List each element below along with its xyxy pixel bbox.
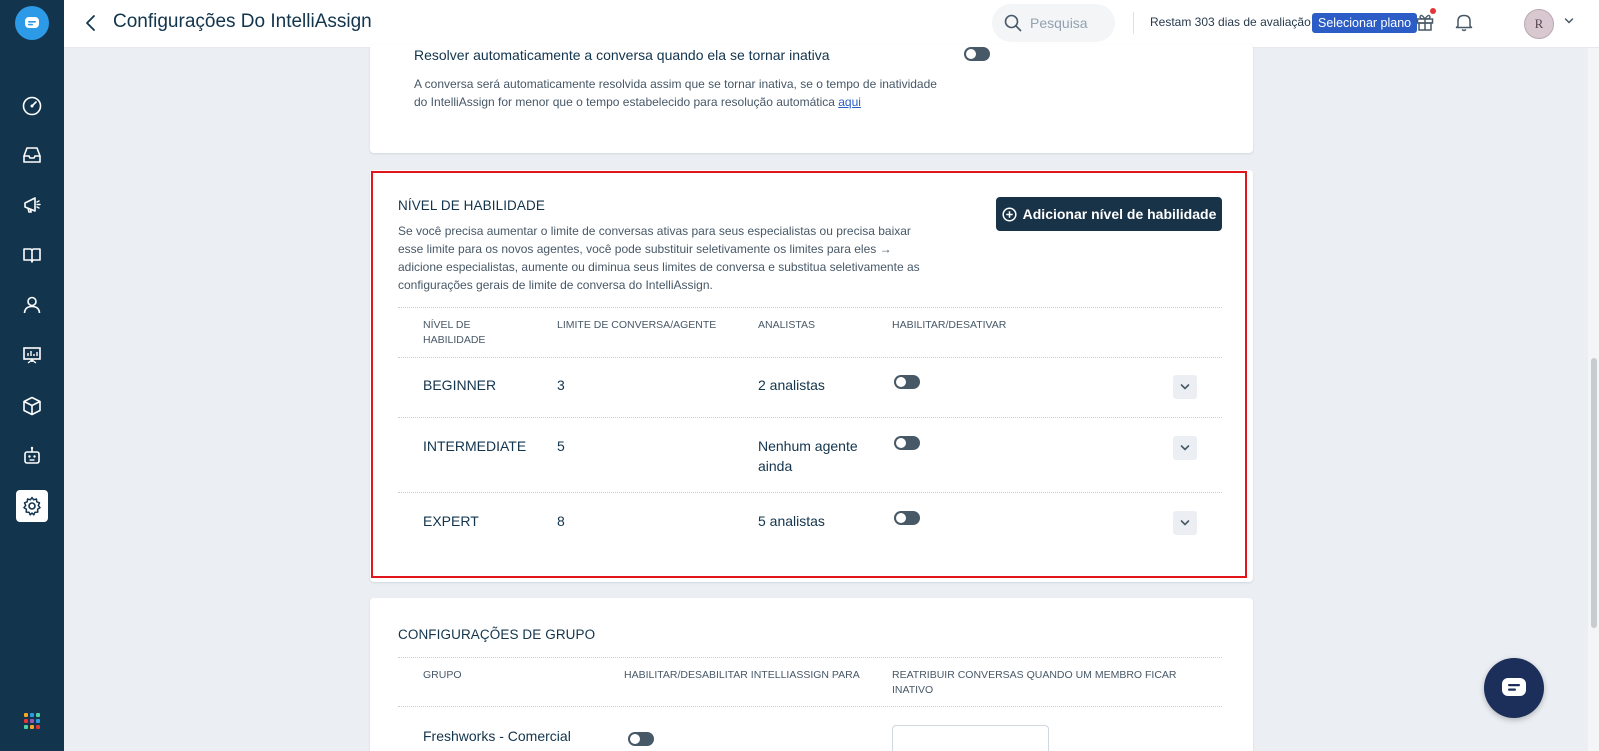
gift-button[interactable]: [1414, 8, 1436, 33]
column-header-skill-level: NÍVEL DE HABILIDADE: [423, 319, 486, 346]
chat-icon: [1502, 678, 1526, 696]
divider: [398, 307, 1222, 308]
gift-icon: [1416, 14, 1434, 31]
chevron-left-icon: [86, 15, 95, 31]
page-title: Configurações Do IntelliAssign: [113, 11, 372, 32]
skill-level-name: EXPERT: [423, 513, 479, 529]
inbox-icon: [23, 147, 41, 163]
sidebar-item-settings[interactable]: [16, 490, 48, 522]
conversation-limit: 8: [557, 513, 565, 529]
divider: [398, 657, 1222, 658]
chevron-down-icon: [1180, 445, 1190, 451]
skill-level-name: BEGINNER: [423, 377, 497, 393]
plus-circle-icon: [1002, 206, 1017, 222]
scrollbar-thumb[interactable]: [1591, 358, 1597, 628]
auto-resolve-label: Resolver automaticamente a conversa quan…: [414, 47, 830, 63]
analysts-count: 2 analistas: [758, 377, 825, 393]
sidebar-item-campaigns[interactable]: [16, 189, 48, 221]
divider: [398, 417, 1222, 418]
column-header-reassign: REATRIBUIR CONVERSAS QUANDO UM MEMBRO FI…: [892, 669, 1177, 696]
avatar[interactable]: R: [1524, 9, 1554, 39]
auto-resolve-toggle[interactable]: [964, 47, 990, 61]
select-plan-button[interactable]: Selecionar plano: [1312, 13, 1418, 33]
skill-level-card: NÍVEL DE HABILIDADE Se você precisa aume…: [370, 170, 1253, 582]
skill-level-toggle[interactable]: [894, 375, 920, 389]
expand-row-button[interactable]: [1173, 375, 1197, 399]
chevron-down-icon[interactable]: [1564, 17, 1574, 25]
freshchat-logo-icon[interactable]: [15, 6, 49, 40]
sidebar-item-dashboard[interactable]: [16, 90, 48, 122]
skill-level-title: NÍVEL DE HABILIDADE: [398, 198, 545, 213]
search-icon: [1004, 14, 1022, 32]
chevron-down-icon: [1180, 384, 1190, 390]
divider: [398, 706, 1222, 707]
dashboard-icon: [22, 96, 42, 116]
notifications-button[interactable]: [1453, 11, 1475, 33]
analysts-count: Nenhum agente ainda: [758, 438, 858, 474]
expand-row-button[interactable]: [1173, 436, 1197, 460]
skill-level-name: INTERMEDIATE: [423, 438, 527, 454]
auto-resolve-link[interactable]: aqui: [838, 95, 861, 109]
gear-icon: [23, 496, 41, 516]
reassign-select[interactable]: [892, 725, 1049, 751]
cube-icon: [23, 396, 41, 416]
search-input[interactable]: [1030, 15, 1110, 31]
skill-level-toggle[interactable]: [894, 511, 920, 525]
analysts-count: 5 analistas: [758, 513, 825, 529]
sidebar-item-contacts[interactable]: [16, 289, 48, 321]
divider: [398, 357, 1222, 358]
trial-days-text: Restam 303 dias de avaliação: [1150, 15, 1311, 29]
conversation-limit: 5: [557, 438, 565, 454]
header-divider: [1133, 12, 1134, 34]
sidebar-item-integrations[interactable]: [16, 390, 48, 422]
bell-icon: [1455, 14, 1473, 32]
notification-dot: [1430, 8, 1436, 14]
column-header-enable-intelliassign: HABILITAR/DESABILITAR INTELLIASSIGN PARA: [624, 669, 860, 681]
auto-resolve-description: A conversa será automaticamente resolvid…: [414, 75, 944, 111]
bot-icon: [24, 446, 40, 464]
expand-row-button[interactable]: [1173, 511, 1197, 535]
megaphone-icon: [24, 197, 41, 213]
sidebar-item-reports[interactable]: [16, 339, 48, 371]
add-skill-level-label: Adicionar nível de habilidade: [1022, 206, 1217, 222]
sidebar-item-inbox[interactable]: [16, 139, 48, 171]
sidebar: [0, 0, 64, 751]
group-settings-title: CONFIGURAÇÕES DE GRUPO: [398, 627, 596, 642]
column-header-limit: LIMITE DE CONVERSA/AGENTE: [557, 319, 717, 331]
back-button[interactable]: [80, 12, 100, 34]
page-scrollbar[interactable]: [1588, 48, 1599, 751]
chevron-down-icon: [1180, 520, 1190, 526]
auto-resolve-card: Resolver automaticamente a conversa quan…: [370, 44, 1253, 153]
group-intelliassign-toggle[interactable]: [628, 732, 654, 746]
add-skill-level-button[interactable]: Adicionar nível de habilidade: [996, 197, 1222, 231]
skill-level-description: Se você precisa aumentar o limite de con…: [398, 224, 920, 292]
sidebar-item-bots[interactable]: [16, 440, 48, 472]
search-box[interactable]: [992, 4, 1115, 42]
group-name: Freshworks - Comercial: [423, 728, 571, 744]
reports-icon: [23, 347, 41, 364]
user-icon: [23, 296, 41, 314]
skill-level-toggle[interactable]: [894, 436, 920, 450]
chat-widget-button[interactable]: [1484, 658, 1544, 718]
group-settings-card: CONFIGURAÇÕES DE GRUPO GRUPO HABILITAR/D…: [370, 598, 1253, 751]
sidebar-item-knowledge-base[interactable]: [16, 239, 48, 271]
apps-grid-icon[interactable]: [24, 713, 40, 729]
divider: [398, 492, 1222, 493]
column-header-enable: HABILITAR/DESATIVAR: [892, 319, 1007, 331]
column-header-analysts: ANALISTAS: [758, 319, 815, 331]
top-header: Configurações Do IntelliAssign Restam 30…: [64, 0, 1599, 48]
column-header-group: GRUPO: [423, 669, 462, 681]
conversation-limit: 3: [557, 377, 565, 393]
book-icon: [23, 248, 41, 263]
